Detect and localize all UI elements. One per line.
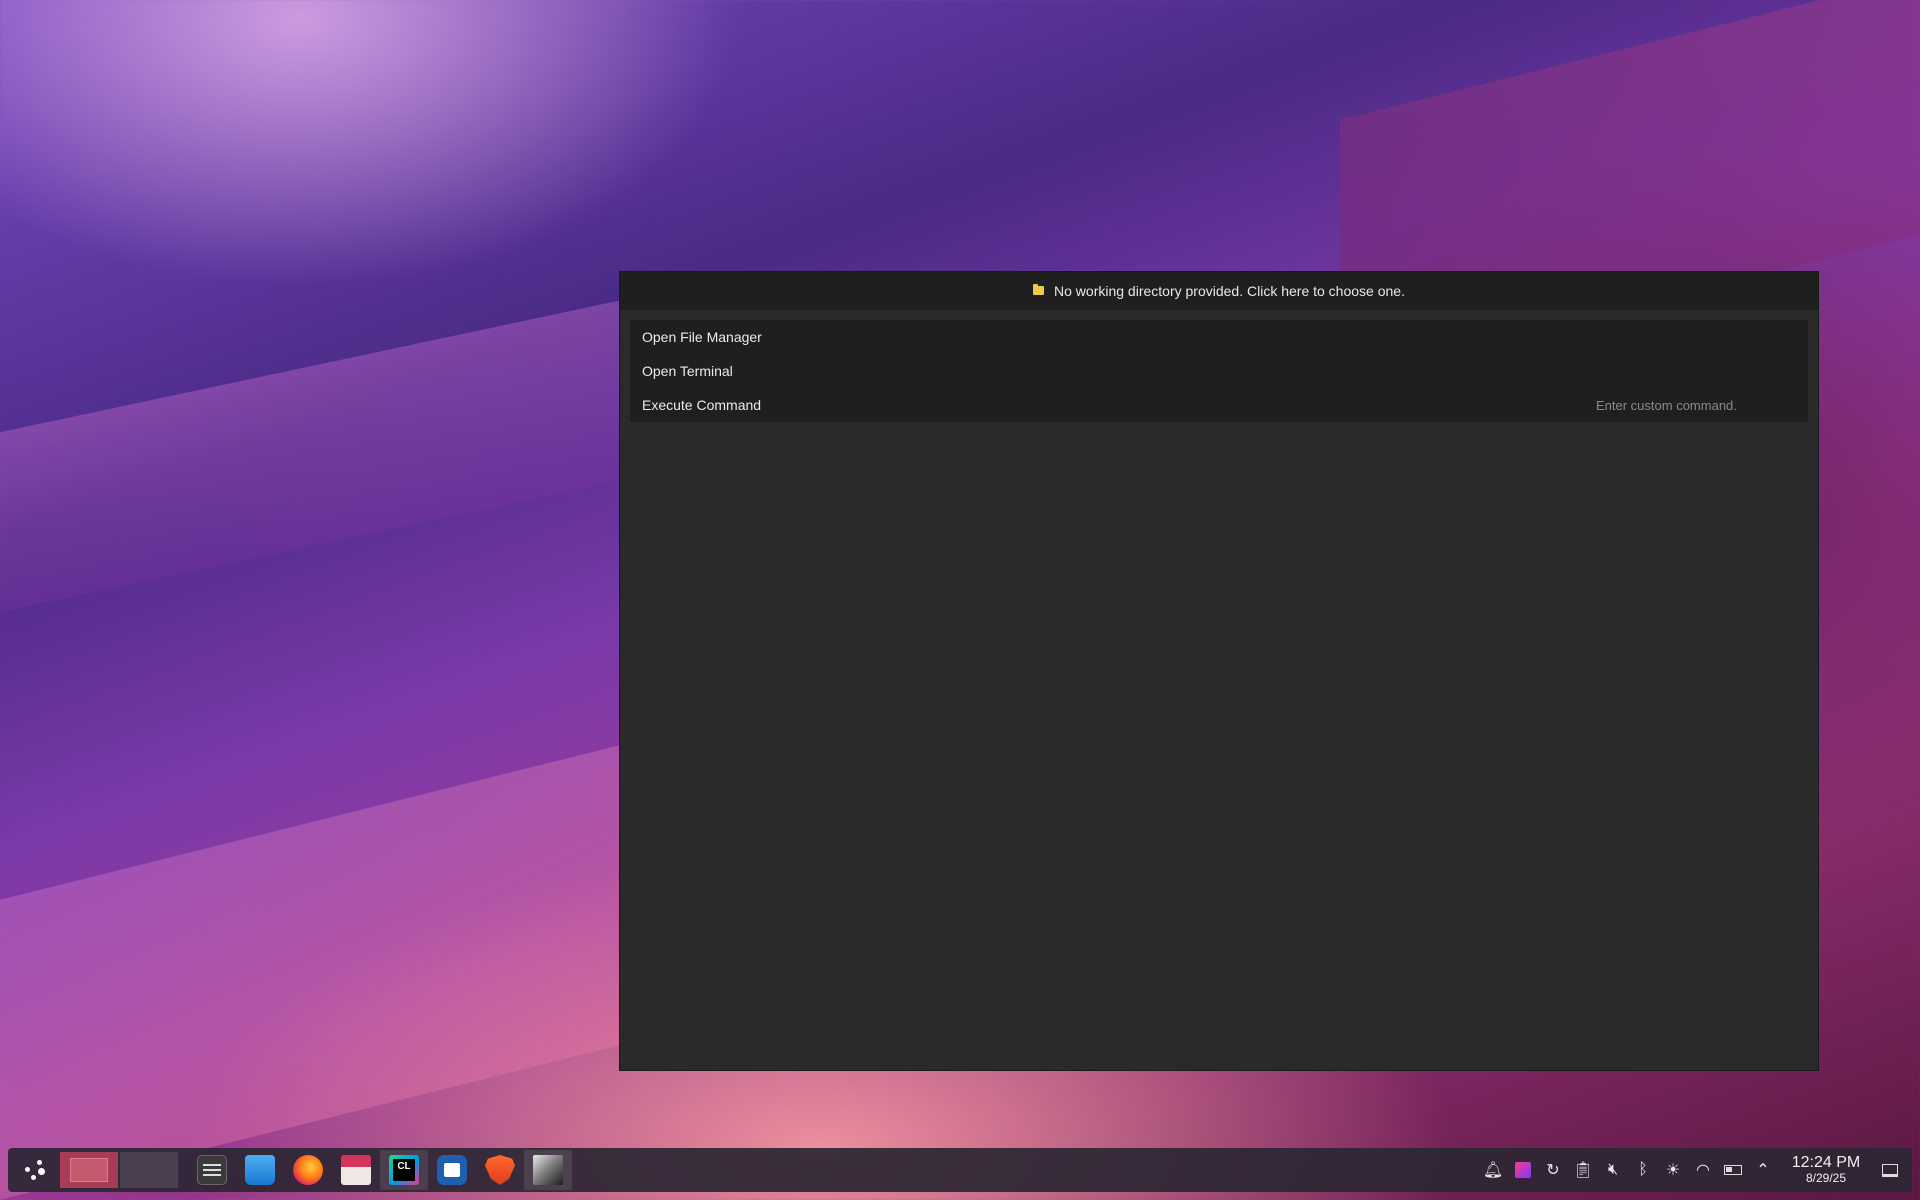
action-list: Open File Manager Open Terminal Execute … [630, 320, 1808, 422]
task-clion[interactable]: CL [380, 1150, 428, 1190]
custom-command-input[interactable] [1596, 397, 1796, 413]
image-viewer-icon [533, 1155, 563, 1185]
directory-prompt: No working directory provided. Click her… [1054, 283, 1405, 299]
colorful-cube-app-icon[interactable] [1508, 1155, 1538, 1185]
show-desktop-button[interactable] [1874, 1154, 1906, 1186]
notes-app-icon [437, 1155, 467, 1185]
chevron-up-icon[interactable]: ⌃ [1748, 1155, 1778, 1185]
brave-browser-icon [485, 1155, 515, 1185]
task-file-manager[interactable] [332, 1150, 380, 1190]
wallpaper-layer [0, 730, 680, 1200]
system-tray: 🔔︎ ↻ 📋︎ 🔇︎ ᛒ ☀ ◠ ⌃ 12:24 PM 8/29/25 [1478, 1148, 1912, 1192]
application-launcher-button[interactable] [12, 1150, 56, 1190]
bluetooth-icon[interactable]: ᛒ [1628, 1155, 1658, 1185]
desktop-1[interactable] [60, 1152, 118, 1188]
software-store-icon [245, 1155, 275, 1185]
firefox-icon [293, 1155, 323, 1185]
show-desktop-icon [1882, 1163, 1898, 1177]
wifi-icon[interactable]: ◠ [1688, 1155, 1718, 1185]
action-label: Open File Manager [642, 329, 762, 345]
clion-badge: CL [393, 1159, 415, 1181]
window-thumbnail [70, 1158, 108, 1182]
task-software-store[interactable] [236, 1150, 284, 1190]
clipboard-icon[interactable]: 📋︎ [1568, 1155, 1598, 1185]
system-settings-icon [197, 1155, 227, 1185]
folder-icon [1033, 283, 1045, 295]
working-directory-dialog: No working directory provided. Click her… [619, 271, 1819, 1071]
brightness-icon[interactable]: ☀ [1658, 1155, 1688, 1185]
battery-icon[interactable] [1718, 1155, 1748, 1185]
task-notes-app[interactable] [428, 1150, 476, 1190]
clion-icon: CL [389, 1155, 419, 1185]
clock-date: 8/29/25 [1805, 1171, 1847, 1186]
open-terminal-item[interactable]: Open Terminal [630, 354, 1808, 388]
notifications-bell-icon[interactable]: 🔔︎ [1478, 1155, 1508, 1185]
wallpaper-layer [0, 279, 720, 621]
task-system-settings[interactable] [188, 1150, 236, 1190]
desktop-2[interactable] [120, 1152, 178, 1188]
task-brave-browser[interactable] [476, 1150, 524, 1190]
action-label: Execute Command [642, 397, 762, 413]
open-file-manager-item[interactable]: Open File Manager [630, 320, 1808, 354]
file-manager-icon [341, 1155, 371, 1185]
digital-clock[interactable]: 12:24 PM 8/29/25 [1784, 1154, 1868, 1186]
task-firefox[interactable] [284, 1150, 332, 1190]
task-image-viewer[interactable] [524, 1150, 572, 1190]
launcher-icon [23, 1159, 45, 1181]
choose-directory-bar[interactable]: No working directory provided. Click her… [620, 272, 1818, 310]
volume-muted-icon[interactable]: 🔇︎ [1598, 1155, 1628, 1185]
taskbar: CL 🔔︎ ↻ 📋︎ 🔇︎ ᛒ ☀ ◠ ⌃ 12:24 PM 8/29/25 [8, 1148, 1912, 1192]
virtual-desktop-pager [60, 1152, 180, 1188]
execute-command-item[interactable]: Execute Command [630, 388, 1808, 422]
update-icon[interactable]: ↻ [1538, 1155, 1568, 1185]
clock-time: 12:24 PM [1791, 1154, 1861, 1172]
action-label: Open Terminal [642, 363, 733, 379]
